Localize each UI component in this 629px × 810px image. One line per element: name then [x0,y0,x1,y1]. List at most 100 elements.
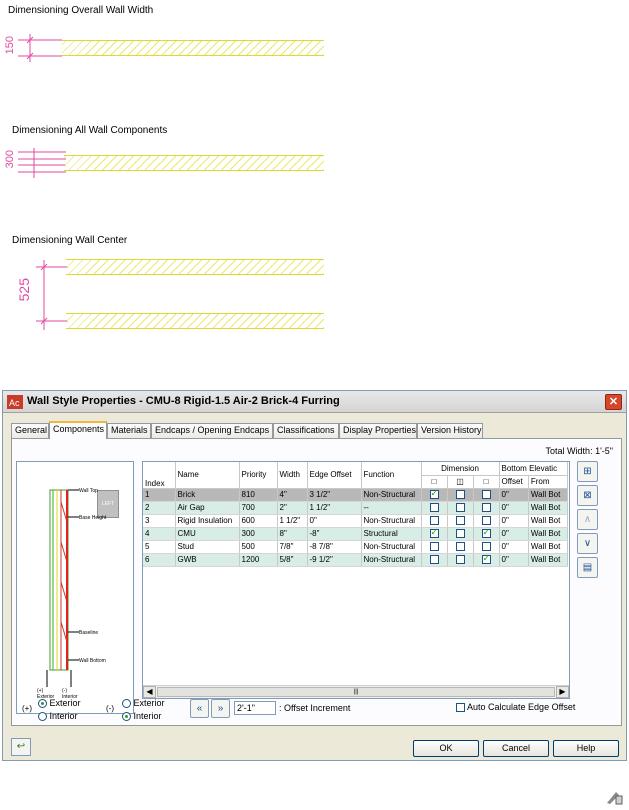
tab-display-properties[interactable]: Display Properties [339,423,417,438]
cell-name[interactable]: Air Gap [175,501,240,515]
cell-function[interactable]: Structural [361,527,422,541]
col-bottom-elevation[interactable]: Bottom Elevatic [499,462,568,476]
cell-from[interactable]: Wall Bot [528,553,568,567]
cancel-button[interactable]: Cancel [483,740,549,757]
tab-materials[interactable]: Materials [107,423,151,438]
cell-offset[interactable]: 0" [499,553,529,567]
col-index[interactable]: Index [143,462,176,489]
dim-checkbox[interactable] [429,488,439,500]
scroll-left-icon[interactable]: ◀ [143,686,156,698]
cell-from[interactable]: Wall Bot [528,501,568,515]
cell-function[interactable]: Non-Structural [361,553,422,567]
dim-checkbox[interactable] [429,527,439,539]
shift-left-icon[interactable]: « [190,699,209,718]
cell-offset[interactable]: 0" [499,540,529,554]
radio-minus-exterior[interactable] [122,699,131,709]
cell-edge-offset[interactable]: 1 1/2" [307,501,362,515]
add-component-icon[interactable]: ⊞ [577,461,598,482]
cell-from[interactable]: Wall Bot [528,527,568,541]
dim-checkbox[interactable] [481,527,491,539]
cell-priority[interactable]: 600 [239,514,278,528]
dim-checkbox[interactable] [455,542,465,552]
col-width[interactable]: Width [277,462,308,489]
tab-general[interactable]: General [11,423,49,438]
dim-interior-icon[interactable]: □ [473,475,500,489]
cell-from[interactable]: Wall Bot [528,488,568,502]
dim-checkbox[interactable] [429,555,439,565]
table-row[interactable]: 3 Rigid Insulation 600 1 1/2" 0" Non-Str… [143,514,568,528]
dim-checkbox[interactable] [481,503,491,513]
radio-minus-interior[interactable] [122,712,131,722]
dim-checkbox[interactable] [481,516,491,526]
cell-priority[interactable]: 500 [239,540,278,554]
dim-checkbox[interactable] [481,490,491,500]
cell-offset[interactable]: 0" [499,527,529,541]
cell-edge-offset[interactable]: 0" [307,514,362,528]
cell-offset[interactable]: 0" [499,514,529,528]
auto-calc-edge-offset[interactable]: Auto Calculate Edge Offset [456,702,575,713]
table-row[interactable]: 2 Air Gap 700 2" 1 1/2" -- 0" Wall Bot [143,501,568,515]
dim-checkbox[interactable] [455,555,465,565]
tab-version-history[interactable]: Version History [417,423,483,438]
dim-checkbox[interactable] [455,529,465,539]
cell-width[interactable]: 8" [277,527,308,541]
cell-from[interactable]: Wall Bot [528,540,568,554]
scroll-thumb[interactable]: ||| [157,687,555,697]
shift-right-icon[interactable]: » [211,699,230,718]
minus-interior-option[interactable]: Interior [122,711,162,722]
col-offset[interactable]: Offset [499,475,529,489]
cell-function[interactable]: -- [361,501,422,515]
cell-priority[interactable]: 1200 [239,553,278,567]
copy-component-icon[interactable]: ▤ [577,557,598,578]
tab-endcaps[interactable]: Endcaps / Opening Endcaps [151,423,273,438]
cell-width[interactable]: 2" [277,501,308,515]
cell-priority[interactable]: 810 [239,488,278,502]
dim-checkbox[interactable] [455,516,465,526]
cell-edge-offset[interactable]: -8 7/8" [307,540,362,554]
cell-edge-offset[interactable]: -8" [307,527,362,541]
col-name[interactable]: Name [175,462,240,489]
cell-width[interactable]: 7/8" [277,540,308,554]
plus-exterior-option[interactable]: Exterior [38,698,81,709]
table-row[interactable]: 6 GWB 1200 5/8" -9 1/2" Non-Structural 0… [143,553,568,567]
table-row[interactable]: 5 Stud 500 7/8" -8 7/8" Non-Structural 0… [143,540,568,554]
table-row[interactable]: 1 Brick 810 4" 3 1/2" Non-Structural 0" … [143,488,568,502]
scroll-right-icon[interactable]: ▶ [556,686,569,698]
cell-offset[interactable]: 0" [499,501,529,515]
cell-function[interactable]: Non-Structural [361,540,422,554]
tab-components[interactable]: Components [49,421,107,439]
delete-component-icon[interactable]: ⊠ [577,485,598,506]
dim-checkbox[interactable] [481,553,491,565]
col-priority[interactable]: Priority [239,462,278,489]
auto-calc-checkbox[interactable] [456,703,465,713]
dim-checkbox[interactable] [455,503,465,513]
table-row[interactable]: 4 CMU 300 8" -8" Structural 0" Wall Bot [143,527,568,541]
radio-plus-interior[interactable] [38,712,47,722]
plus-interior-option[interactable]: Interior [38,711,78,722]
minus-exterior-option[interactable]: Exterior [122,698,165,709]
offset-increment-input[interactable]: 2'-1" [234,701,276,715]
cell-priority[interactable]: 300 [239,527,278,541]
cell-from[interactable]: Wall Bot [528,514,568,528]
import-export-icon[interactable]: ↩ [11,738,31,756]
move-up-icon[interactable]: ∧ [577,509,598,530]
dim-exterior-icon[interactable]: □ [421,475,448,489]
radio-plus-exterior[interactable] [38,699,47,709]
cell-name[interactable]: Rigid Insulation [175,514,240,528]
cell-edge-offset[interactable]: -9 1/2" [307,553,362,567]
cell-function[interactable]: Non-Structural [361,488,422,502]
ok-button[interactable]: OK [413,740,479,757]
cell-width[interactable]: 4" [277,488,308,502]
dim-checkbox[interactable] [481,542,491,552]
horizontal-scrollbar[interactable]: ◀ ||| ▶ [143,685,569,698]
move-down-icon[interactable]: ∨ [577,533,598,554]
close-button[interactable]: ✕ [605,394,622,410]
dim-checkbox[interactable] [429,503,439,513]
cell-name[interactable]: Brick [175,488,240,502]
dialog-titlebar[interactable]: Ac Wall Style Properties - CMU-8 Rigid-1… [3,391,626,413]
cell-width[interactable]: 1 1/2" [277,514,308,528]
cell-edge-offset[interactable]: 3 1/2" [307,488,362,502]
tab-classifications[interactable]: Classifications [273,423,339,438]
col-dimension[interactable]: Dimension [421,462,500,476]
help-button[interactable]: Help [553,740,619,757]
